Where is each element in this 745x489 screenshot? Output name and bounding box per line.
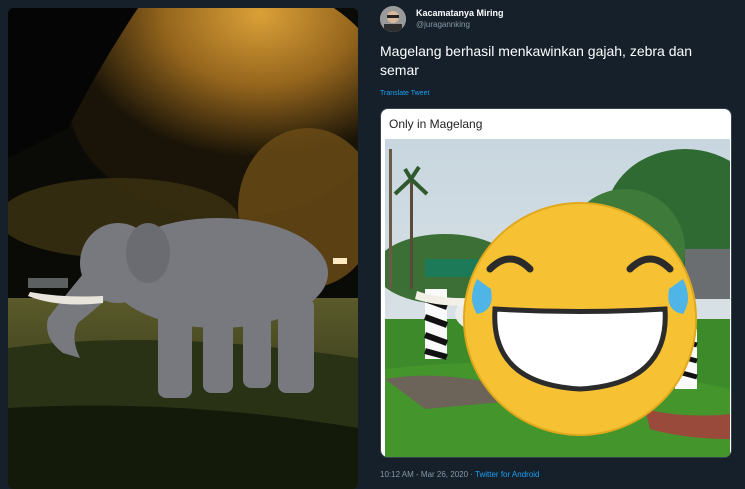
tweet-meta: 10:12 AM - Mar 26, 2020 · Twitter for An… bbox=[380, 470, 540, 479]
laughing-tears-emoji-icon bbox=[463, 202, 697, 436]
tweet-timestamp[interactable]: 10:12 AM - Mar 26, 2020 bbox=[380, 470, 468, 479]
tweet-source[interactable]: Twitter for Android bbox=[475, 470, 539, 479]
translate-tweet-link[interactable]: Translate Tweet bbox=[380, 90, 429, 97]
user-handle[interactable]: @juragannking bbox=[416, 20, 470, 29]
tweet-text: Magelang berhasil menkawinkan gajah, zeb… bbox=[380, 43, 693, 78]
embedded-media-card[interactable]: Only in Magelang bbox=[380, 108, 732, 458]
meta-separator: · bbox=[468, 470, 476, 479]
embedded-card-title: Only in Magelang bbox=[389, 117, 483, 131]
elephant-statue-photo[interactable] bbox=[8, 8, 358, 489]
screenshot-root: Kacamatanya Miring @juragannking Magelan… bbox=[0, 0, 745, 489]
user-avatar[interactable] bbox=[380, 6, 406, 32]
display-name[interactable]: Kacamatanya Miring bbox=[416, 8, 504, 18]
park-statue-photo[interactable] bbox=[385, 139, 730, 457]
tweet: Kacamatanya Miring @juragannking Magelan… bbox=[366, 0, 745, 489]
